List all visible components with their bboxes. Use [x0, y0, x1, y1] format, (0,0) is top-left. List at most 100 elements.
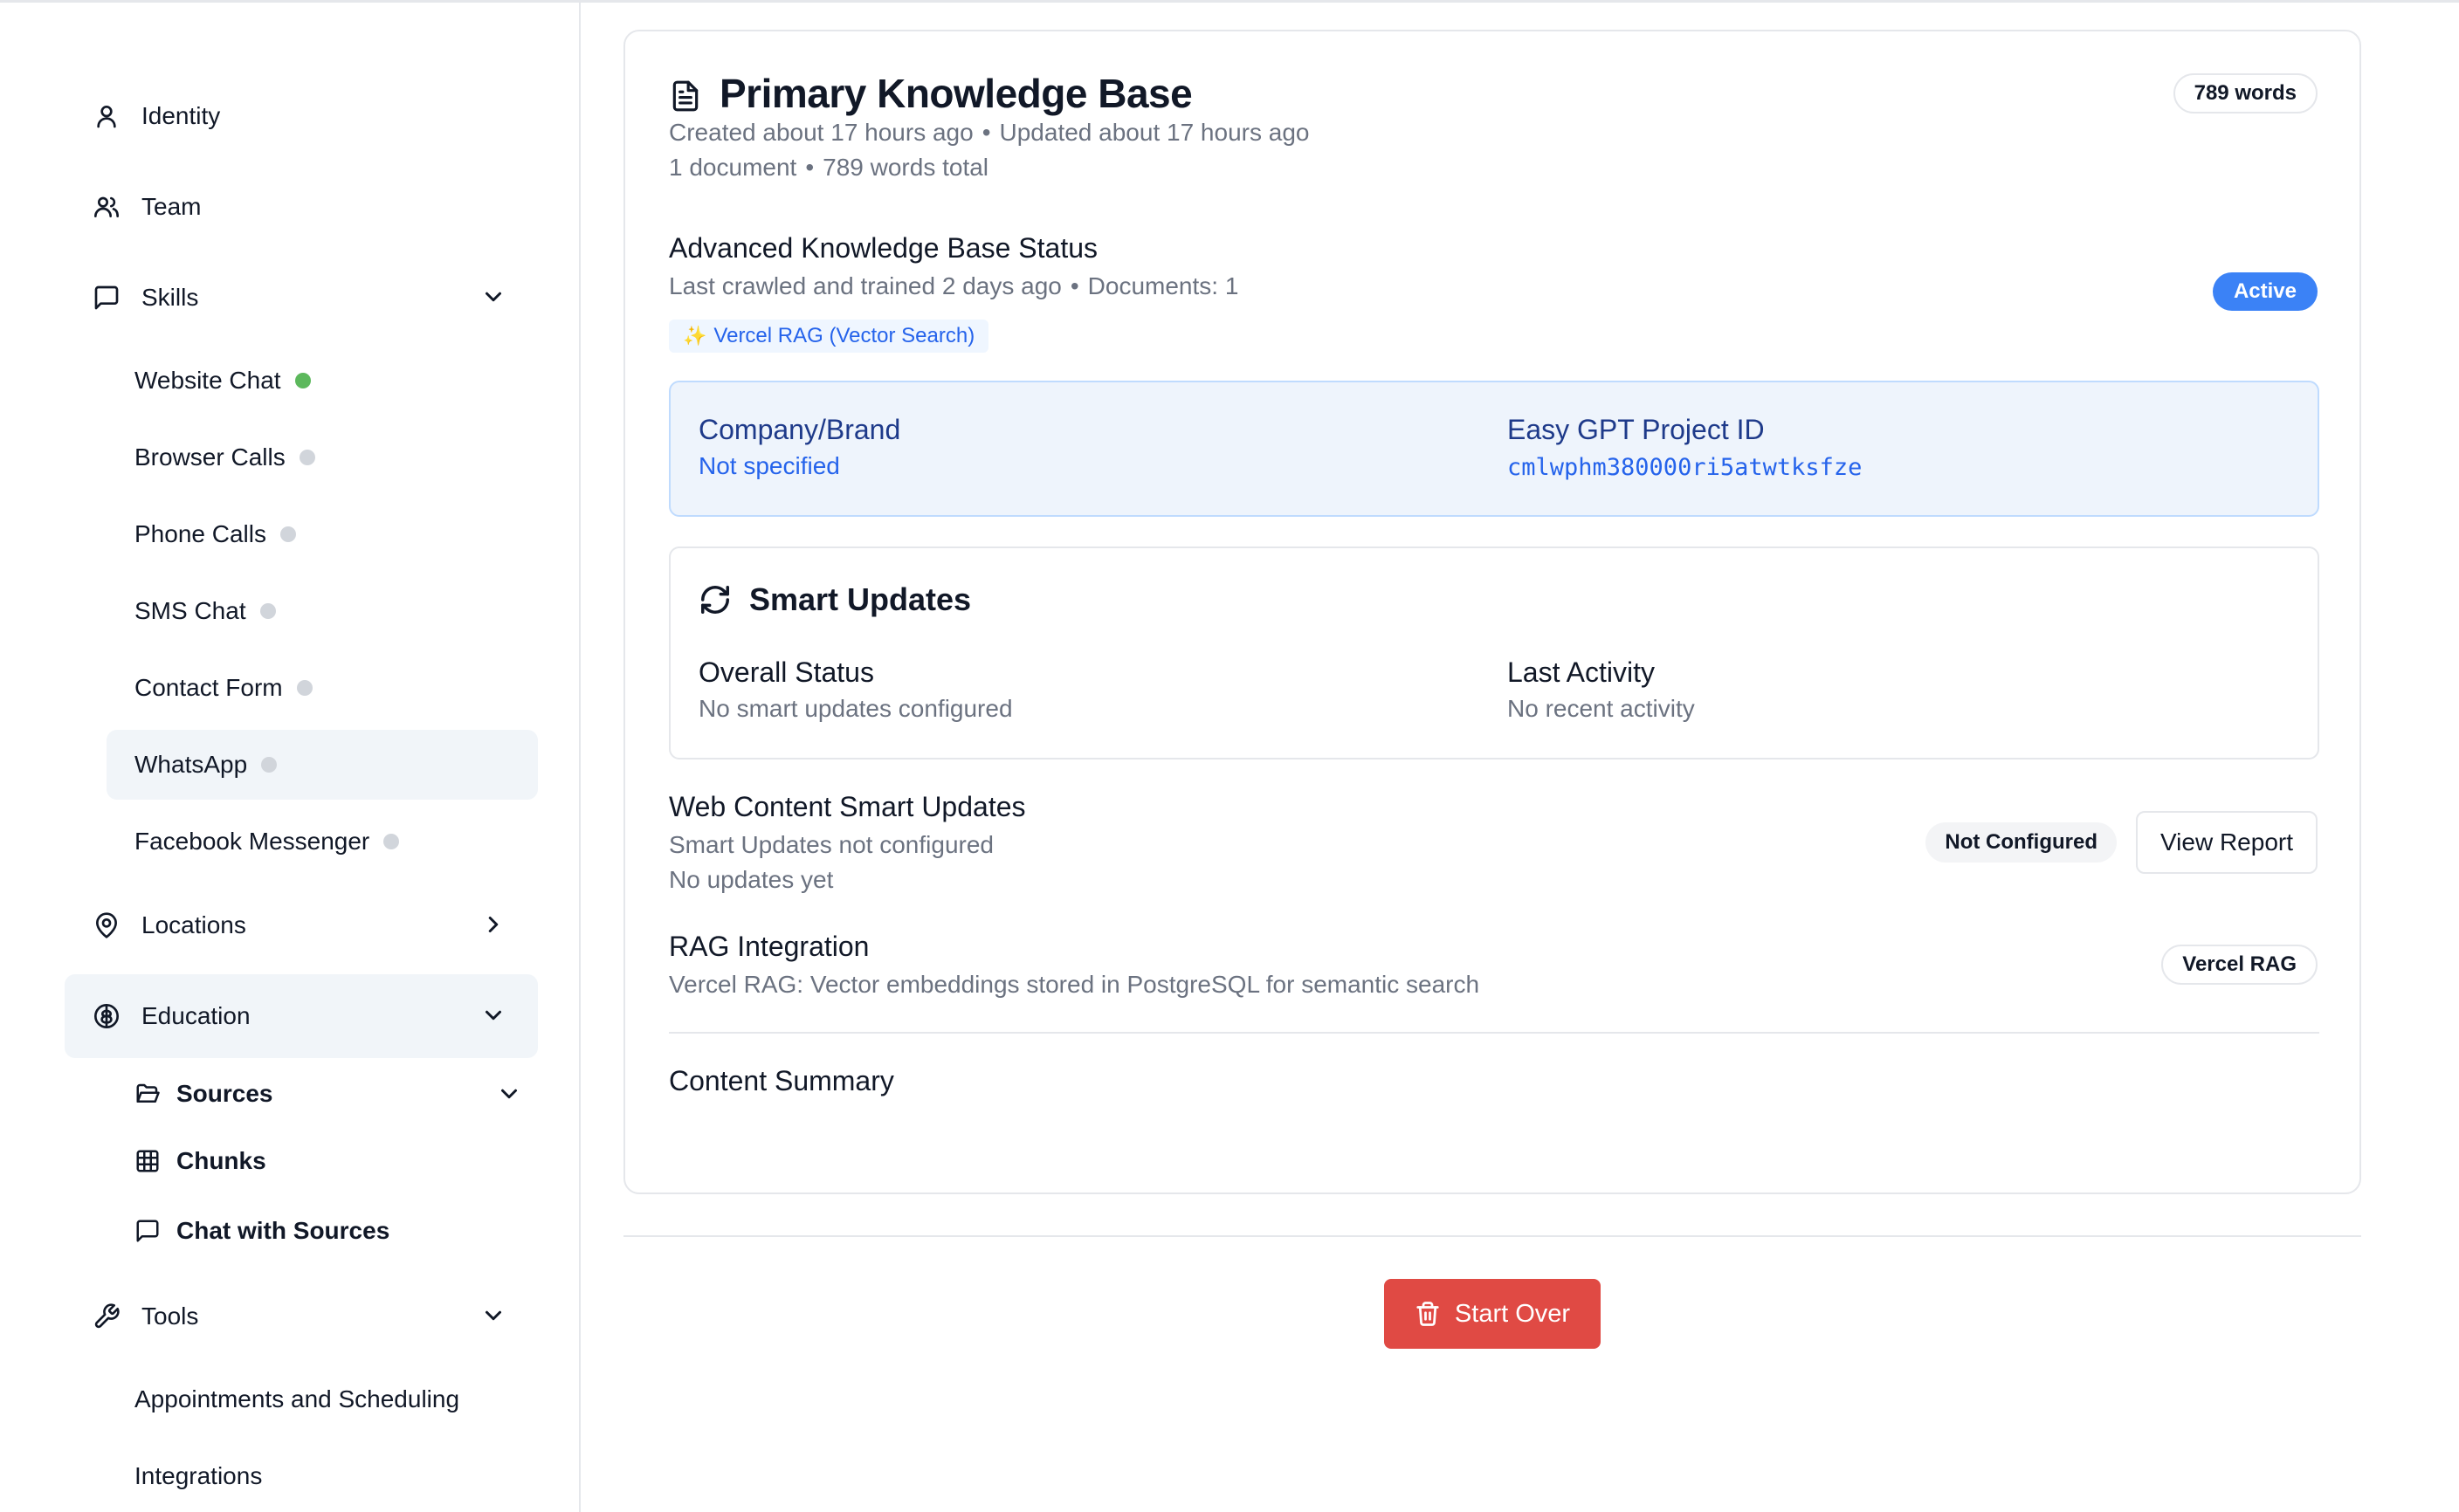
map-pin-icon: [93, 911, 121, 939]
chevron-right-icon[interactable]: [480, 911, 506, 938]
status-dot-inactive: [296, 680, 313, 696]
rag-type-tag: ✨ Vercel RAG (Vector Search): [669, 320, 989, 353]
sidebar-item-label: Education: [141, 1002, 251, 1029]
sidebar-item-label: Identity: [141, 102, 221, 129]
tool-item-appointments[interactable]: Appointments and Scheduling: [107, 1364, 538, 1434]
skill-label: SMS Chat: [134, 597, 246, 624]
education-item-chunks[interactable]: Chunks: [134, 1135, 538, 1187]
status-dot-inactive: [299, 450, 315, 465]
education-item-label: Chunks: [176, 1147, 266, 1174]
bullet-separator: •: [982, 119, 991, 146]
sidebar-item-skills[interactable]: Skills: [65, 256, 538, 340]
chevron-down-icon[interactable]: [480, 284, 506, 310]
chevron-down-icon[interactable]: [496, 1081, 522, 1107]
word-count-badge: 789 words: [2173, 73, 2318, 113]
sidebar: Identity Team Skills Website Chat Browse…: [0, 3, 581, 1512]
trash-icon: [1415, 1301, 1441, 1327]
chevron-down-icon[interactable]: [480, 1002, 506, 1028]
document-count: 1 document: [669, 154, 797, 181]
smart-updates-box: Smart Updates Overall Status No smart up…: [669, 546, 2319, 759]
rag-integration-description: Vercel RAG: Vector embeddings stored in …: [669, 971, 1480, 998]
project-id-label: Easy GPT Project ID: [1507, 414, 1765, 445]
bullet-separator: •: [805, 154, 815, 181]
skill-website-chat[interactable]: Website Chat: [107, 346, 538, 416]
skill-facebook-messenger[interactable]: Facebook Messenger: [107, 807, 538, 876]
crawled-text: Last crawled and trained 2 days ago: [669, 272, 1062, 299]
created-text: Created about 17 hours ago: [669, 119, 974, 146]
skill-label: Browser Calls: [134, 443, 286, 471]
skill-label: Phone Calls: [134, 520, 266, 547]
chevron-down-icon[interactable]: [480, 1302, 506, 1329]
sidebar-item-identity[interactable]: Identity: [65, 74, 538, 158]
sidebar-item-label: Locations: [141, 911, 246, 938]
section-divider: [669, 1032, 2319, 1034]
web-content-updates-text: No updates yet: [669, 866, 834, 893]
message-square-icon: [93, 284, 121, 312]
tool-item-label: Appointments and Scheduling: [134, 1385, 460, 1412]
status-badge-active: Active: [2212, 272, 2318, 311]
kb-timestamps: Created about 17 hours ago • Updated about…: [669, 119, 1309, 147]
project-id-value[interactable]: cmlwphm380000ri5atwtksfze: [1507, 454, 1862, 481]
wrench-icon: [93, 1302, 121, 1330]
status-dot-inactive: [261, 757, 278, 773]
smart-updates-title: Smart Updates: [699, 581, 971, 618]
web-content-subtitle: Smart Updates not configured: [669, 831, 994, 858]
skill-label: Facebook Messenger: [134, 828, 370, 855]
word-count-badge-label: 789 words: [2194, 81, 2297, 105]
footer-divider: [623, 1235, 2361, 1237]
tool-item-label: Integrations: [134, 1462, 263, 1489]
skill-browser-calls[interactable]: Browser Calls: [107, 423, 538, 492]
sparkles-icon: ✨: [683, 325, 707, 347]
vercel-rag-label: Vercel RAG: [2182, 952, 2297, 976]
tool-item-integrations[interactable]: Integrations: [107, 1441, 538, 1511]
status-dot-inactive: [383, 834, 400, 849]
view-report-button[interactable]: View Report: [2135, 811, 2318, 874]
overall-status-value: No smart updates configured: [699, 695, 1013, 722]
company-label: Company/Brand: [699, 414, 901, 445]
skill-label: Website Chat: [134, 367, 281, 394]
refresh-icon: [699, 583, 732, 616]
skill-contact-form[interactable]: Contact Form: [107, 653, 538, 723]
page-title: Primary Knowledge Base: [669, 70, 1193, 117]
not-configured-badge: Not Configured: [1925, 822, 2117, 863]
overall-status-label: Overall Status: [699, 656, 874, 688]
skill-whatsapp[interactable]: WhatsApp: [107, 730, 538, 800]
sidebar-item-label: Tools: [141, 1302, 199, 1330]
advanced-status-title: Advanced Knowledge Base Status: [669, 232, 1098, 264]
knowledge-base-card: Primary Knowledge Base 789 words Created…: [623, 30, 2361, 1194]
sidebar-item-label: Team: [141, 193, 202, 220]
start-over-label: Start Over: [1454, 1299, 1571, 1328]
status-badge-label: Active: [2233, 279, 2297, 303]
education-item-sources[interactable]: Sources: [134, 1068, 538, 1120]
file-text-icon: [669, 76, 702, 112]
user-icon: [93, 102, 121, 130]
skill-phone-calls[interactable]: Phone Calls: [107, 499, 538, 569]
message-square-icon: [134, 1218, 161, 1244]
skill-sms-chat[interactable]: SMS Chat: [107, 576, 538, 646]
sidebar-item-team[interactable]: Team: [65, 165, 538, 249]
start-over-button[interactable]: Start Over: [1384, 1279, 1601, 1349]
content-summary-title: Content Summary: [669, 1065, 894, 1096]
status-dot-active: [294, 373, 311, 388]
rag-integration-title: RAG Integration: [669, 931, 870, 962]
sidebar-item-education[interactable]: Education: [65, 974, 538, 1058]
app-root: Identity Team Skills Website Chat Browse…: [0, 0, 2459, 1512]
education-item-label: Chat with Sources: [176, 1217, 390, 1244]
not-configured-label: Not Configured: [1945, 830, 2097, 854]
sidebar-item-locations[interactable]: Locations: [65, 883, 538, 967]
bullet-separator: •: [1070, 272, 1079, 299]
status-dot-inactive: [259, 603, 276, 619]
sidebar-item-tools[interactable]: Tools: [65, 1275, 538, 1358]
sidebar-item-label: Skills: [141, 284, 199, 311]
last-activity-value: No recent activity: [1507, 695, 1695, 722]
project-info-box: Company/Brand Not specified Easy GPT Pro…: [669, 381, 2319, 517]
grid-icon: [134, 1148, 161, 1174]
vercel-rag-badge: Vercel RAG: [2161, 945, 2318, 985]
folder-open-icon: [134, 1081, 161, 1107]
brain-icon: [93, 1002, 121, 1030]
rag-type-label: Vercel RAG (Vector Search): [713, 324, 975, 347]
kb-counts: 1 document • 789 words total: [669, 154, 988, 182]
smart-updates-title-text: Smart Updates: [749, 581, 972, 617]
words-total: 789 words total: [823, 154, 989, 181]
education-item-chat-with-sources[interactable]: Chat with Sources: [134, 1205, 538, 1257]
